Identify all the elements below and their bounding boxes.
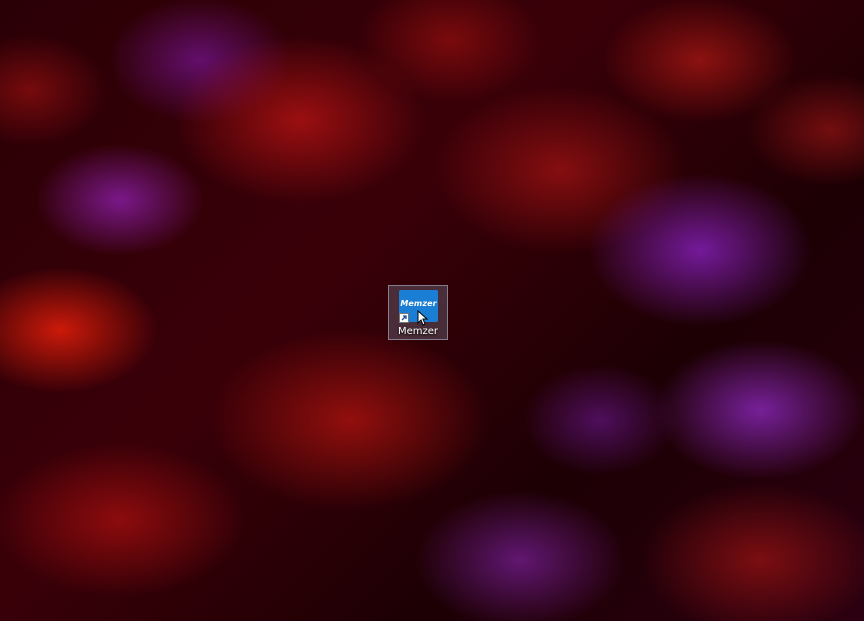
desktop[interactable]: Memzer Memzer (0, 0, 864, 621)
arrow-pointer-icon (417, 309, 429, 326)
desktop-icon-label: Memzer (397, 326, 439, 337)
memzer-tile-text: Memzer (400, 299, 437, 308)
shortcut-arrow-icon (399, 313, 409, 323)
